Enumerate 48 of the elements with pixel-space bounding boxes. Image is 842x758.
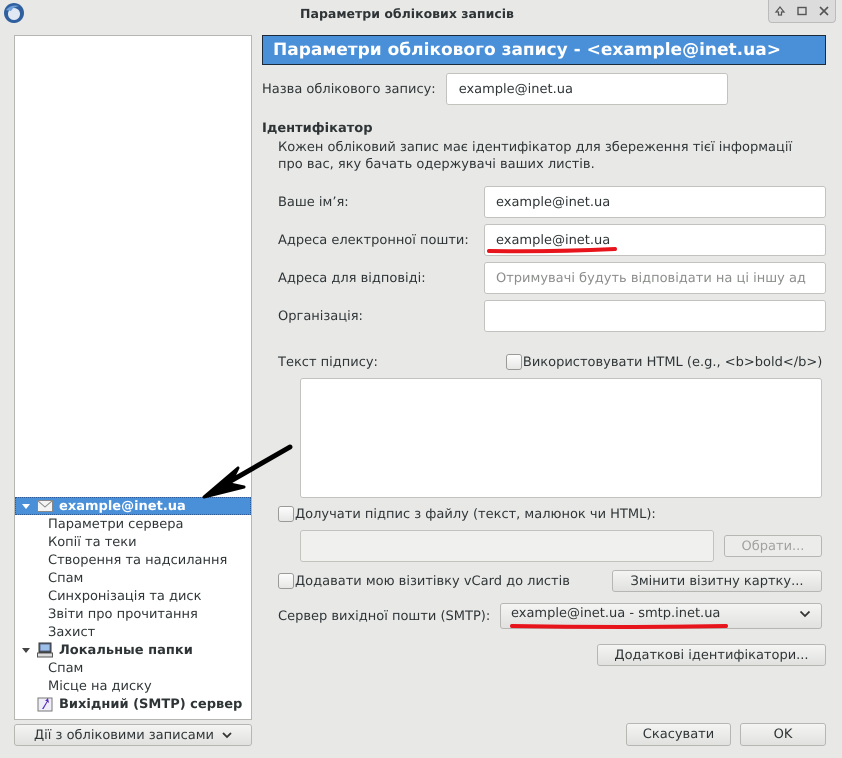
expander-icon[interactable] xyxy=(21,645,31,655)
page-header: Параметри облікового запису - <example@inet.ua> xyxy=(262,35,826,65)
computer-icon xyxy=(37,642,53,658)
account-name-field[interactable]: example@inet.ua xyxy=(446,73,728,105)
outbox-icon xyxy=(37,696,53,712)
input-field[interactable]: Отримувачі будуть відповідати на ці іншу ад xyxy=(484,262,826,294)
checkbox-label: Долучати підпис з файлу (текст, малюнок чи HTML): xyxy=(295,506,656,522)
chevron-down-icon xyxy=(799,610,811,618)
account-actions-button[interactable]: Дії з обліковими записами xyxy=(14,724,252,746)
field-label: Ваше ім’я: xyxy=(278,194,349,210)
field-label: Текст підпису: xyxy=(278,354,378,370)
tree-item[interactable]: Копії та теки xyxy=(15,533,251,551)
tree-item[interactable]: Локальные папки xyxy=(15,641,251,659)
checkbox-label: Додавати мою візитівку vCard до листів xyxy=(295,574,570,588)
checkbox[interactable] xyxy=(278,573,294,589)
tree-item[interactable]: Вихідний (SMTP) сервер xyxy=(15,695,251,713)
checkbox[interactable] xyxy=(506,354,522,370)
window-title: Параметри облікових записів xyxy=(300,6,515,20)
dialog-button[interactable]: Скасувати xyxy=(626,723,731,746)
chevron-down-icon xyxy=(222,731,232,739)
dialog-button[interactable]: OK xyxy=(740,723,826,746)
tree-item[interactable]: Параметри сервера xyxy=(15,515,251,533)
field-label: Сервер вихідної пошти (SMTP): xyxy=(278,608,490,624)
tree-item[interactable]: Захист xyxy=(15,623,251,641)
tree-item[interactable]: Місце на диску xyxy=(15,677,251,695)
checkbox[interactable] xyxy=(278,506,294,522)
tree-item[interactable]: Створення та надсилання xyxy=(15,551,251,569)
checkbox-label: Використовувати HTML (e.g., <b>bold</b>) xyxy=(522,354,822,370)
input-field[interactable] xyxy=(484,300,826,332)
extra-identities-button[interactable]: Додаткові ідентифікатори... xyxy=(597,644,826,666)
signature-text-area[interactable] xyxy=(300,378,822,498)
section-description: Кожен обліковий запис має ідентифікатор для збереження тієї інформації про вас, яку бачать одержувачі ваших листів. xyxy=(278,139,794,173)
tree-item[interactable]: Спам xyxy=(15,659,251,677)
edit-vcard-button[interactable]: Змінити візитну картку... xyxy=(612,570,822,592)
field-label: Організація: xyxy=(278,308,363,324)
tree-item[interactable]: Спам xyxy=(15,569,251,587)
field-label: Назва облікового запису: xyxy=(262,82,436,96)
section-heading: Ідентифікатор xyxy=(262,121,374,136)
smtp-server-dropdown[interactable]: example@inet.ua - smtp.inet.ua xyxy=(500,603,822,629)
tree-item[interactable]: Синхронізація та диск xyxy=(15,587,251,605)
envelope-icon xyxy=(37,500,53,512)
input-field[interactable]: example@inet.ua xyxy=(484,224,826,256)
field-label: Адреса для відповіді: xyxy=(278,270,426,286)
restore-icon[interactable] xyxy=(796,5,808,17)
field-label: Адреса електронної пошти: xyxy=(278,232,469,248)
input-field[interactable]: example@inet.ua xyxy=(484,186,826,218)
close-icon[interactable] xyxy=(818,5,830,17)
tree-item[interactable]: Звіти про прочитання xyxy=(15,605,251,623)
